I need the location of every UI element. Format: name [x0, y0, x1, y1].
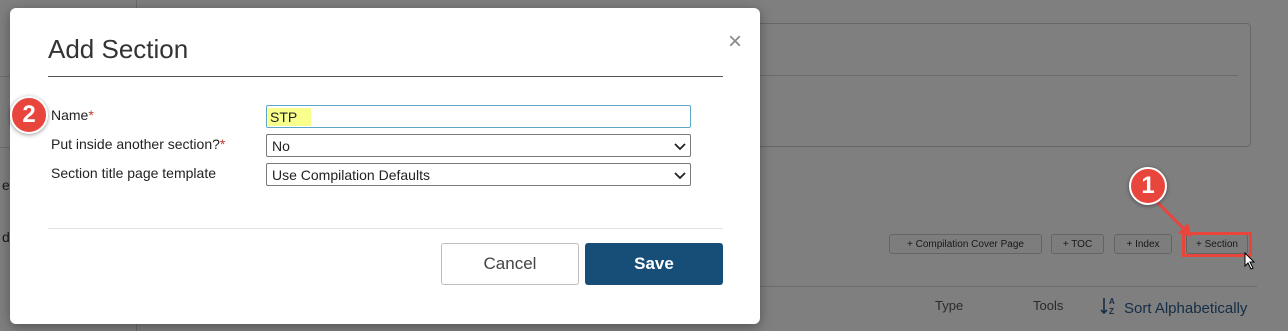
template-label-text: Section title page template	[51, 165, 216, 181]
name-input[interactable]: STP	[266, 105, 691, 128]
required-marker: *	[219, 136, 226, 152]
mouse-cursor-icon	[1244, 252, 1256, 270]
close-icon[interactable]: ×	[725, 30, 745, 54]
template-select[interactable]: Use Compilation Defaults	[266, 163, 691, 186]
title-divider	[48, 76, 723, 77]
name-input-value: STP	[268, 107, 312, 126]
name-label-text: Name	[51, 107, 89, 123]
required-marker: *	[88, 107, 94, 123]
chevron-down-icon	[674, 172, 686, 180]
parent-section-label: Put inside another section?*	[51, 136, 225, 152]
add-section-dialog: Add Section × Name* STP Put inside anoth…	[10, 8, 760, 324]
parent-section-select[interactable]: No	[266, 134, 691, 157]
save-button[interactable]: Save	[585, 243, 723, 285]
template-label: Section title page template	[51, 165, 216, 181]
parent-section-value: No	[272, 137, 290, 154]
template-value: Use Compilation Defaults	[272, 166, 430, 183]
name-label: Name*	[51, 107, 94, 123]
chevron-down-icon	[674, 143, 686, 151]
footer-divider	[48, 228, 723, 229]
cancel-button[interactable]: Cancel	[441, 243, 579, 285]
step-2-badge: 2	[10, 96, 48, 134]
dialog-title: Add Section	[48, 34, 189, 64]
step-1-badge: 1	[1129, 167, 1167, 205]
parent-section-label-text: Put inside another section?	[51, 136, 220, 152]
